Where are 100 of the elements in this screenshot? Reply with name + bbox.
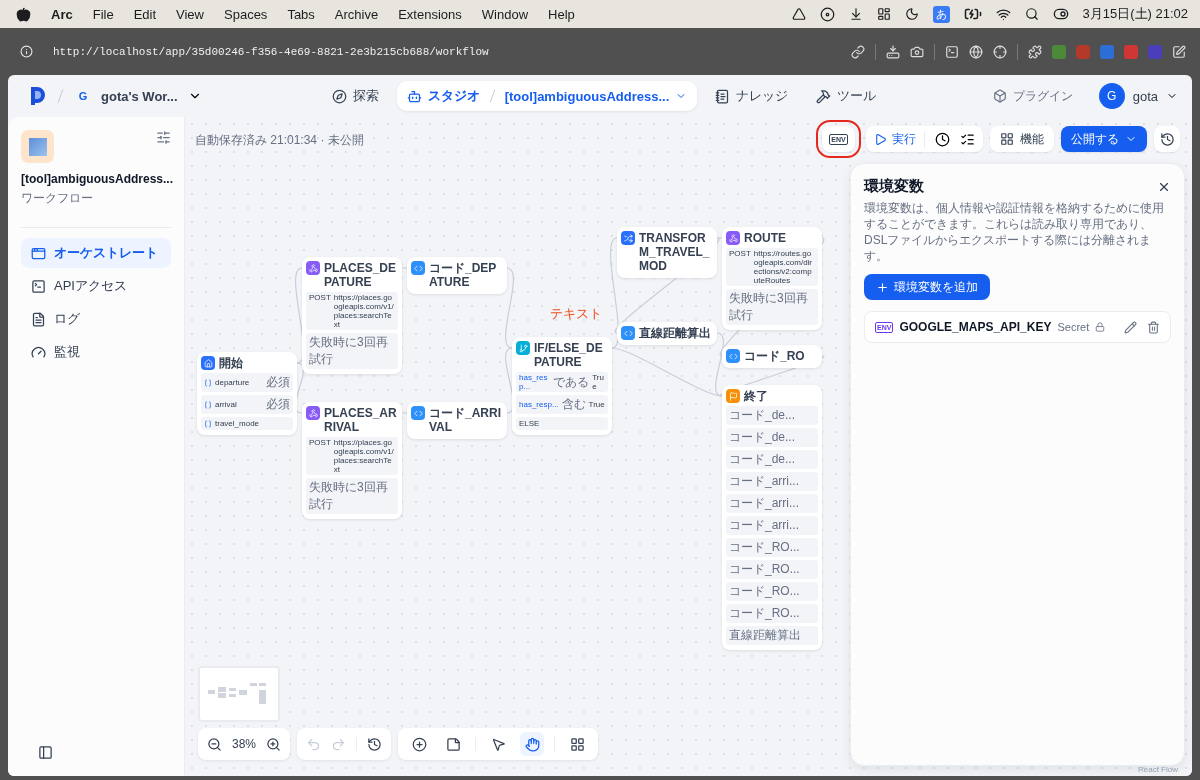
menu-app-name[interactable]: Arc [51, 6, 73, 22]
nav-tab[interactable]: スタジオ [tool]ambiguousAddress... [396, 81, 698, 111]
app-type: ワークフロー [21, 190, 94, 207]
disc-icon[interactable] [819, 6, 835, 22]
sidebar-item[interactable]: オーケストレート [21, 238, 171, 268]
clock-icon[interactable] [935, 131, 950, 147]
plugin-link[interactable]: プラグイン [992, 87, 1073, 105]
output-name: コード_RO... [729, 539, 800, 556]
sidebar-label: 監視 [54, 343, 80, 361]
search-icon[interactable] [1024, 7, 1039, 21]
menu-item[interactable]: View [176, 6, 204, 22]
control-center-icon[interactable] [1052, 6, 1069, 22]
menu-item[interactable]: Extensions [398, 6, 462, 22]
retry-text: 失敗時に3回再試行 [309, 479, 389, 513]
workspace-badge[interactable]: G [75, 90, 91, 102]
zoom-out-icon[interactable] [207, 736, 222, 752]
wifi-icon[interactable] [995, 6, 1011, 22]
add-variable-label: 環境変数を追加 [894, 278, 978, 296]
user-avatar[interactable]: G [1098, 83, 1125, 109]
workflow-node[interactable]: TRANSFORM_TRAVEL_MOD [617, 227, 717, 278]
app-breadcrumb[interactable]: [tool]ambiguousAddress... [504, 88, 670, 104]
workflow-node[interactable]: PLACES_ARRIVAL POST https://places.googleapis.com/v1/places:searchText 失敗時に3回再試行 [302, 402, 402, 519]
menu-item[interactable]: Help [548, 6, 575, 22]
panel-description: 環境変数は、個人情報や認証情報を格納するために使用することができます。これらは読み取り専用であり、DSLファイルからエクスポートする際には分離されます。 [864, 200, 1165, 264]
moon-icon[interactable] [904, 7, 919, 21]
download-icon[interactable] [848, 7, 863, 21]
menu-item[interactable]: Spaces [224, 6, 268, 22]
menu-item[interactable]: Tabs [287, 6, 315, 22]
trash-icon[interactable] [1147, 320, 1160, 334]
output-name: コード_arri... [729, 473, 799, 490]
triangle-icon[interactable] [791, 7, 806, 21]
sidebar-item[interactable]: APIアクセス [21, 271, 171, 301]
cube-icon [992, 89, 1007, 103]
menu-item[interactable]: Edit [133, 6, 157, 22]
grid-icon [1000, 132, 1014, 146]
history-icon[interactable] [367, 736, 383, 752]
workspace-name[interactable]: gota's Wor... [101, 88, 178, 104]
hand-tool[interactable] [520, 732, 545, 756]
explore-icon [331, 88, 347, 104]
variable-name: departure [215, 378, 250, 387]
menu-item[interactable]: Window [481, 6, 529, 22]
add-variable-button[interactable]: 環境変数を追加 [864, 274, 990, 300]
url-text[interactable]: http://localhost/app/35d00246-f356-4e69-8821-2e3b215cb688/workflow [53, 45, 489, 58]
menu-item[interactable]: Archive [334, 6, 379, 22]
settings-icon[interactable] [156, 130, 171, 145]
organize-icon [569, 736, 585, 752]
required-tag: 必須 [266, 374, 290, 391]
variable-name: has_resp... [519, 373, 549, 391]
workflow-node[interactable]: 直線距離算出 [617, 322, 717, 345]
ifelse-node-icon [516, 341, 530, 355]
zoom-in-icon[interactable] [266, 736, 282, 752]
else-label: ELSE [519, 419, 540, 428]
workflow-node[interactable]: PLACES_DEPATURE POST https://places.googleapis.com/v1/places:searchText 失敗時に3回再試行 [302, 257, 402, 374]
terminal-icon[interactable] [945, 44, 959, 59]
nav-tab[interactable]: 探索 [321, 81, 389, 111]
variable-name: has_resp... [519, 400, 559, 409]
end-node-icon [726, 389, 740, 403]
globe-icon[interactable] [969, 44, 983, 59]
sidebar-label: オーケストレート [54, 244, 158, 262]
clock-text[interactable]: 3月15日(土) 21:02 [1082, 5, 1188, 23]
operator-text: 含む [561, 396, 586, 413]
menu-item[interactable]: File [92, 6, 114, 22]
compose-icon[interactable] [1172, 44, 1186, 59]
nav-tab[interactable]: ツール [806, 81, 887, 111]
history-icon [1159, 131, 1175, 147]
nav-label: ツール [837, 87, 877, 105]
sidebar-item[interactable]: ログ [21, 304, 171, 334]
puzzle-icon[interactable] [1028, 44, 1042, 59]
variable-type: Secret [1057, 321, 1090, 333]
workflow-node[interactable]: ROUTE POST https://routes.googleapis.com/directions/v2:computeRoutes 失敗時に3回再試行 [722, 227, 822, 330]
apple-icon [16, 6, 31, 22]
camera-icon[interactable] [910, 44, 924, 59]
edit-icon[interactable] [1124, 320, 1137, 334]
panel-title: 環境変数 [864, 177, 924, 196]
sidebar-toggle-icon[interactable] [38, 745, 53, 760]
workflow-node[interactable]: コード_ARRIVAL [407, 402, 507, 439]
output-name: コード_RO... [729, 583, 800, 600]
link-icon[interactable] [851, 44, 865, 59]
input-method-indicator[interactable]: あ [932, 5, 950, 23]
crosshair-icon[interactable] [993, 44, 1007, 59]
download-icon[interactable] [886, 44, 900, 59]
publish-button[interactable]: 公開する [1061, 126, 1147, 152]
play-icon [874, 132, 887, 146]
info-icon[interactable] [20, 45, 33, 58]
sidebar-item[interactable]: 監視 [21, 337, 171, 367]
logo-icon[interactable] [30, 86, 46, 106]
workflow-node[interactable]: コード_DEPATURE [407, 257, 507, 294]
run-label: 実行 [892, 130, 916, 148]
checklist-icon[interactable] [960, 131, 975, 147]
layout-icon[interactable] [876, 7, 891, 21]
workflow-node[interactable]: 終了 コード_de... コード_de... コード_de... コード_arri... コード_arri... コード_arri... コード_RO... コード_RO... コード_RO... コード_RO... 直線距離算出 [722, 385, 822, 650]
features-button[interactable]: 機能 [990, 126, 1054, 152]
history-button[interactable] [1154, 126, 1180, 152]
nav-tab[interactable]: ナレッジ [705, 81, 799, 111]
zoom-level[interactable]: 38% [232, 737, 257, 751]
sidebar-label: APIアクセス [54, 277, 127, 295]
user-name[interactable]: gota [1132, 88, 1158, 104]
workflow-node[interactable]: コード_RO [722, 345, 822, 368]
output-name: コード_de... [729, 451, 796, 468]
workflow-node[interactable]: 開始 departure 必須 arrival 必須 travel_mode [197, 352, 297, 435]
